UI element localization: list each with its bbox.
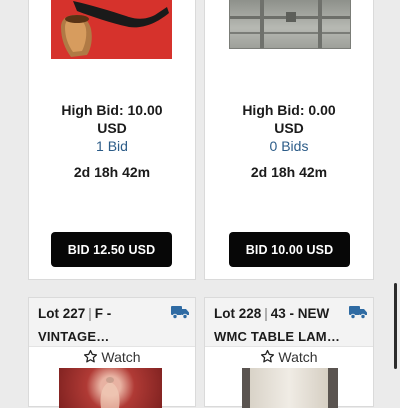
lot-header[interactable]: Lot 227 | F - VINTAGE… [29, 298, 195, 347]
time-left: 2d 18h 42m [73, 164, 151, 180]
lot-number: Lot 228 [214, 306, 262, 321]
lamp-shade [250, 368, 328, 408]
title-separator: | [264, 306, 268, 321]
star-outline-icon [261, 349, 275, 363]
truck-icon [349, 306, 367, 319]
lot-number: Lot 227 [38, 306, 86, 321]
star-outline-icon [84, 349, 98, 363]
lot-title-continued[interactable]: WMC TABLE LAM… [214, 329, 340, 344]
lot-title[interactable]: Lot 228 | 43 - NEW [214, 306, 329, 321]
lot-title-start: F - [94, 306, 112, 321]
scrollbar[interactable] [394, 283, 397, 369]
title-separator: | [88, 306, 92, 321]
lot-card[interactable]: High Bid: 0.00 USD 0 Bids 2d 18h 42m BID… [204, 0, 374, 280]
lot-image-table-lamp[interactable] [242, 368, 338, 408]
high-bid-currency: USD [97, 120, 127, 136]
bid-button[interactable]: BID 12.50 USD [51, 232, 172, 267]
watch-label: Watch [278, 349, 318, 365]
lot-image-trunk[interactable] [229, 0, 351, 49]
lot-title[interactable]: Lot 227 | F - [38, 306, 111, 321]
truck-icon [171, 306, 189, 319]
watch-label: Watch [101, 349, 141, 365]
lot-title-continued[interactable]: VINTAGE… [38, 329, 109, 344]
watch-button[interactable]: Watch [205, 349, 373, 365]
bid-button[interactable]: BID 10.00 USD [229, 232, 350, 267]
lot-image-lamp[interactable] [59, 368, 162, 408]
high-bid: High Bid: 0.00 [242, 102, 336, 118]
time-left: 2d 18h 42m [250, 164, 328, 180]
watch-button[interactable]: Watch [29, 349, 195, 365]
bid-count-link[interactable]: 0 Bids [205, 137, 373, 155]
lot-title-start: 43 - NEW [270, 306, 330, 321]
high-bid: High Bid: 10.00 [61, 102, 163, 118]
lot-card[interactable]: Lot 228 | 43 - NEW WMC TABLE LAM… Watch [204, 297, 374, 408]
lot-card[interactable]: Lot 227 | F - VINTAGE… Watch [28, 297, 196, 408]
high-bid-currency: USD [274, 120, 304, 136]
lot-header[interactable]: Lot 228 | 43 - NEW WMC TABLE LAM… [205, 298, 373, 347]
bid-count-link[interactable]: 1 Bid [29, 137, 195, 155]
lot-card[interactable]: High Bid: 10.00 USD 1 Bid 2d 18h 42m BID… [28, 0, 196, 280]
lot-image-pipe[interactable] [51, 0, 172, 59]
